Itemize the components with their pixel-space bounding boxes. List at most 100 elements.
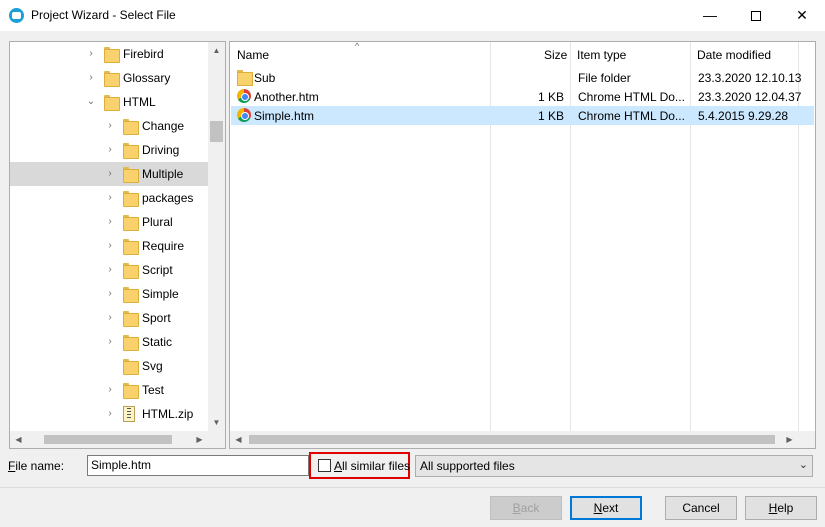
chevron-right-icon[interactable]: ›	[104, 335, 116, 349]
column-header-date[interactable]: Date modified	[697, 42, 771, 68]
file-row[interactable]: Sub File folder 23.3.2020 12.10.13	[231, 68, 814, 87]
tree-item[interactable]: › Driving	[10, 138, 208, 162]
scroll-up-icon[interactable]: ▲	[208, 42, 225, 59]
file-name-cell: Another.htm	[254, 90, 319, 104]
chevron-right-icon[interactable]: ›	[85, 71, 97, 85]
file-row[interactable]: Simple.htm 1 KB Chrome HTML Do... 5.4.2015 …	[231, 106, 814, 125]
column-header-name[interactable]: Name	[237, 42, 269, 68]
cancel-button[interactable]: Cancel	[665, 496, 737, 520]
folder-icon	[123, 287, 139, 303]
scroll-corner	[208, 431, 225, 448]
tree-item[interactable]: › Test	[10, 378, 208, 402]
tree-item[interactable]: › Plural	[10, 210, 208, 234]
tree-item[interactable]: › Change	[10, 114, 208, 138]
back-button[interactable]: Back	[490, 496, 562, 520]
folder-icon	[123, 143, 139, 159]
chevron-right-icon[interactable]: ›	[104, 407, 116, 421]
file-date-cell: 5.4.2015 9.29.28	[698, 109, 789, 123]
folder-icon	[123, 191, 139, 207]
tree-item-label: Require	[142, 239, 185, 253]
file-name-cell: Simple.htm	[254, 109, 315, 123]
folder-icon	[123, 335, 139, 351]
tree-item-label: Test	[142, 383, 165, 397]
tree-item[interactable]: ⌄ HTML	[10, 90, 208, 114]
title-bar: Project Wizard - Select File — ✕	[0, 0, 825, 31]
chevron-right-icon[interactable]	[104, 359, 116, 373]
file-type-value: All supported files	[420, 459, 515, 473]
scroll-left-icon[interactable]: ◀	[10, 431, 27, 448]
app-icon	[9, 8, 24, 23]
file-list[interactable]: ^ Name Size Item type Date modified Sub F…	[229, 41, 816, 449]
folder-icon	[104, 71, 120, 87]
tree-item-label: Change	[142, 119, 185, 133]
all-similar-files-checkbox[interactable]	[318, 459, 331, 472]
folder-tree[interactable]: › Firebird › Glossary ⌄ HTML › Change › Driving › M…	[9, 41, 226, 449]
list-hscroll-thumb[interactable]	[249, 435, 775, 444]
chevron-right-icon[interactable]: ›	[104, 191, 116, 205]
tree-item[interactable]: › Simple	[10, 282, 208, 306]
tree-item[interactable]: › Multiple	[10, 162, 208, 186]
tree-scroll-thumb[interactable]	[210, 121, 223, 142]
tree-horizontal-scrollbar[interactable]: ◀ ▶	[10, 431, 208, 448]
scroll-down-icon[interactable]: ▼	[208, 414, 225, 431]
file-name-label: File name:	[8, 459, 64, 473]
chevron-right-icon[interactable]: ›	[85, 47, 97, 61]
folder-icon	[123, 383, 139, 399]
file-type-dropdown[interactable]: All supported files ⌄	[415, 455, 813, 477]
scroll-left-icon[interactable]: ◀	[230, 431, 247, 448]
file-row[interactable]: Another.htm 1 KB Chrome HTML Do... 23.3.202…	[231, 87, 814, 106]
file-size-cell: 1 KB	[537, 90, 564, 104]
chrome-icon	[237, 89, 251, 103]
tree-item[interactable]: › Sport	[10, 306, 208, 330]
chevron-right-icon[interactable]: ›	[104, 383, 116, 397]
tree-item-label: Driving	[142, 143, 180, 157]
file-name-cell: Sub	[254, 71, 276, 85]
column-header-size[interactable]: Size	[544, 42, 567, 68]
close-button[interactable]: ✕	[779, 0, 825, 31]
back-accelerator: B	[512, 501, 521, 515]
folder-icon	[104, 95, 120, 111]
chevron-right-icon[interactable]: ›	[104, 215, 116, 229]
folder-icon	[123, 119, 139, 135]
list-horizontal-scrollbar[interactable]: ◀ ▶	[230, 431, 798, 448]
chevron-right-icon[interactable]: ›	[104, 287, 116, 301]
chevron-down-icon[interactable]: ⌄	[85, 95, 97, 109]
chevron-right-icon[interactable]: ›	[104, 263, 116, 277]
file-name-input[interactable]: Simple.htm	[87, 455, 309, 476]
footer-divider	[0, 487, 825, 488]
file-name-label-text: ile name:	[15, 459, 65, 473]
tree-item-label: HTML	[123, 95, 156, 109]
maximize-button[interactable]	[733, 0, 779, 31]
file-type-cell: Chrome HTML Do...	[578, 109, 685, 123]
tree-hscroll-thumb[interactable]	[44, 435, 172, 444]
all-similar-files-accelerator: A	[334, 459, 343, 473]
tree-item[interactable]: › Require	[10, 234, 208, 258]
help-text: elp	[777, 501, 794, 515]
column-header-type[interactable]: Item type	[577, 42, 626, 68]
sort-ascending-icon: ^	[355, 41, 360, 51]
file-type-cell: Chrome HTML Do...	[578, 90, 685, 104]
tree-vertical-scrollbar[interactable]: ▲ ▼	[208, 42, 225, 431]
tree-item[interactable]: › Glossary	[10, 66, 208, 90]
next-button[interactable]: Next	[570, 496, 642, 520]
tree-item-label: Glossary	[123, 71, 171, 85]
scroll-right-icon[interactable]: ▶	[781, 431, 798, 448]
chevron-right-icon[interactable]: ›	[104, 143, 116, 157]
chevron-right-icon[interactable]: ›	[104, 311, 116, 325]
minimize-button[interactable]: —	[687, 0, 733, 31]
chevron-right-icon[interactable]: ›	[104, 239, 116, 253]
tree-item[interactable]: › Static	[10, 330, 208, 354]
chevron-right-icon[interactable]: ›	[104, 167, 116, 181]
scroll-right-icon[interactable]: ▶	[191, 431, 208, 448]
tree-item-label: Multiple	[142, 167, 184, 181]
tree-item[interactable]: › packages	[10, 186, 208, 210]
tree-item[interactable]: › Script	[10, 258, 208, 282]
tree-item[interactable]: › HTML.zip	[10, 402, 208, 426]
chevron-right-icon[interactable]: ›	[104, 119, 116, 133]
tree-item[interactable]: Svg	[10, 354, 208, 378]
folder-icon	[123, 263, 139, 279]
help-button[interactable]: Help	[745, 496, 817, 520]
tree-item[interactable]: › Firebird	[10, 42, 208, 66]
all-similar-files-label[interactable]: All similar files	[334, 459, 410, 473]
folder-icon	[104, 47, 120, 63]
